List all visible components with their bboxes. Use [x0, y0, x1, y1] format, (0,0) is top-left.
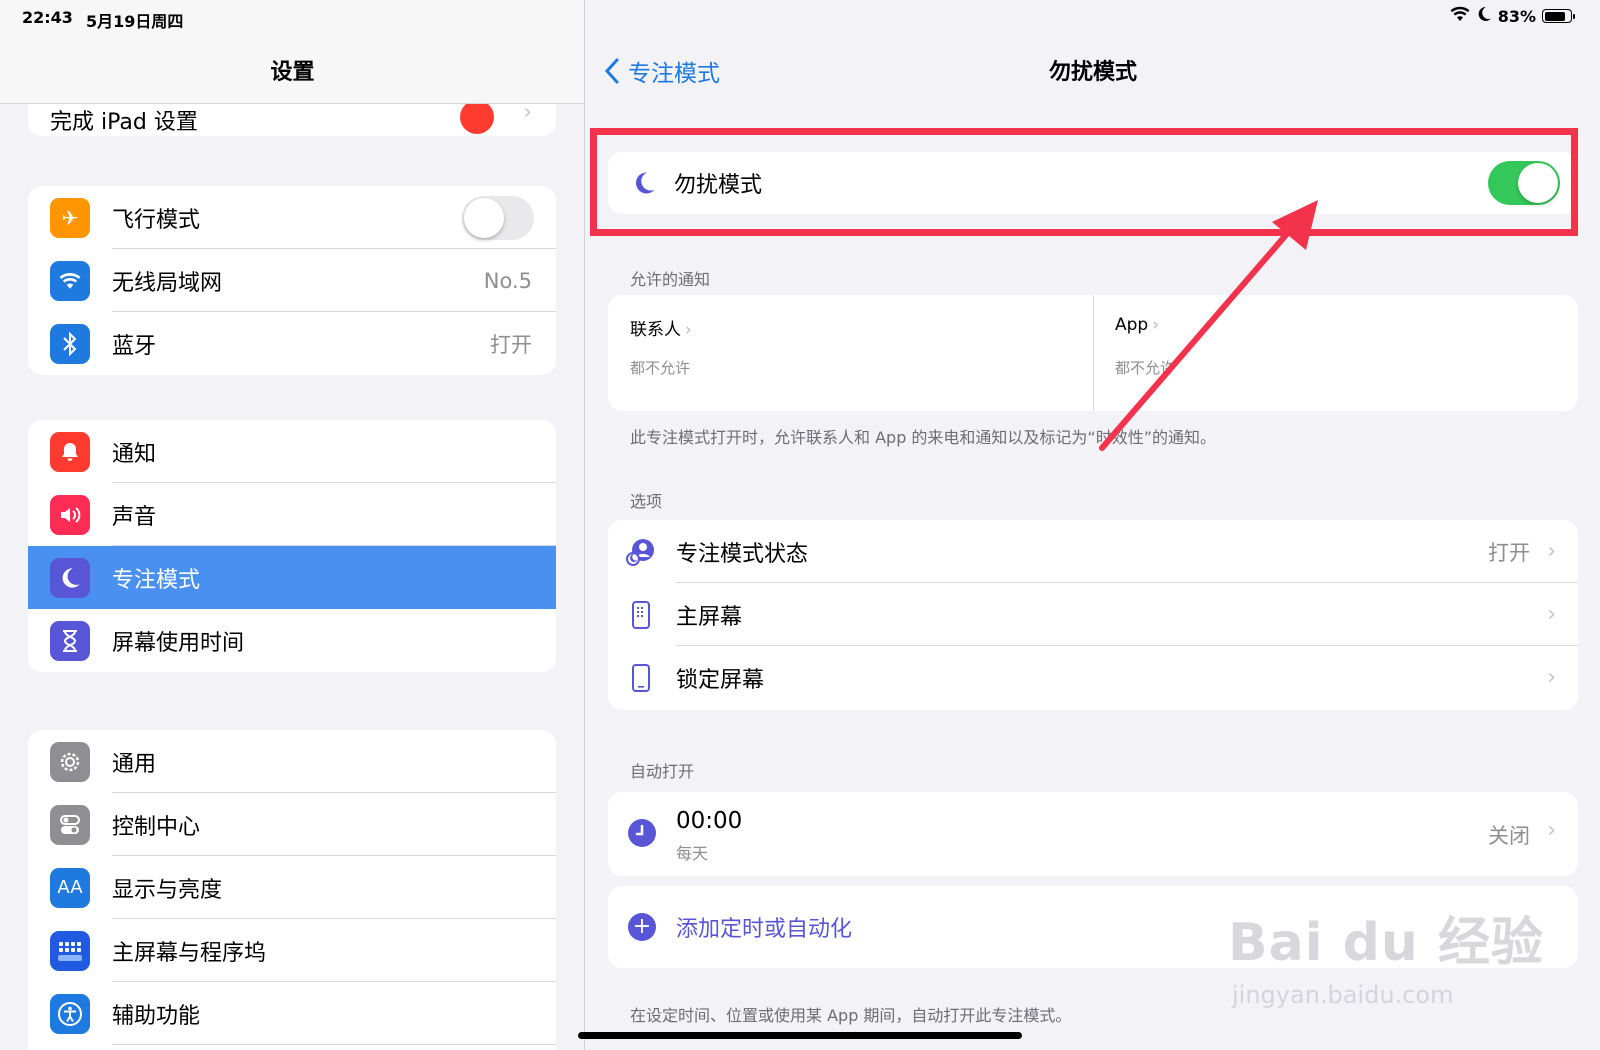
switches-icon — [50, 804, 90, 845]
apps-subtitle: 都不允许 — [1115, 359, 1176, 377]
contacts-title: 联系人 — [630, 320, 681, 340]
sidebar-item-label: 屏幕使用时间 — [112, 630, 245, 656]
bluetooth-status-value: 打开 — [490, 332, 532, 357]
moon-status-icon — [1476, 6, 1492, 26]
wifi-network-value: No.5 — [483, 268, 532, 293]
notifications-group: 通知 声音 专注模式 屏幕使用时间 — [28, 420, 556, 672]
allowed-notifications-card: 联系人 › 都不允许 App › 都不允许 — [608, 295, 1578, 411]
sidebar-item-label: 通知 — [112, 441, 157, 467]
home-screen-icon — [624, 600, 658, 630]
sidebar-item-label: 飞行模式 — [112, 207, 201, 233]
apps-title: App — [1115, 315, 1149, 335]
bell-icon — [50, 431, 90, 472]
general-group: 通用 控制中心 AA 显示与亮度 主屏幕与程序坞 辅助功能 — [28, 730, 556, 1050]
home-grid-icon — [50, 930, 90, 971]
finish-setup-label: 完成 iPad 设置 — [50, 110, 198, 135]
sidebar-item-display[interactable]: AA 显示与亮度 — [28, 856, 556, 919]
option-focus-status[interactable]: 专注模式状态 打开 › — [608, 520, 1578, 583]
sidebar-item-label: 主屏幕与程序坞 — [112, 940, 267, 966]
sidebar-item-home-dock[interactable]: 主屏幕与程序坞 — [28, 919, 556, 982]
sidebar-title: 设置 — [270, 60, 315, 85]
text-size-icon: AA — [50, 867, 90, 908]
option-lock-screen[interactable]: 锁定屏幕 › — [608, 646, 1578, 709]
add-schedule-label: 添加定时或自动化 — [676, 917, 853, 942]
moon-icon — [50, 557, 90, 598]
allowed-note: 此专注模式打开时，允许联系人和 App 的来电和通知以及标记为“时效性”的通知。 — [630, 428, 1217, 447]
plus-icon: + — [628, 913, 656, 941]
home-indicator[interactable] — [578, 1032, 1022, 1039]
sidebar-item-label: 通用 — [112, 751, 157, 777]
option-home-screen[interactable]: 主屏幕 › — [608, 583, 1578, 646]
option-value: 打开 — [1488, 540, 1530, 565]
sidebar-item-label: 显示与亮度 — [112, 877, 223, 903]
battery-percent: 83% — [1497, 6, 1536, 26]
chevron-right-icon: › — [1547, 602, 1556, 627]
chevron-right-icon: › — [1152, 315, 1160, 335]
sidebar-item-general[interactable]: 通用 — [28, 730, 556, 793]
schedule-days: 每天 — [676, 844, 709, 863]
sidebar-item-label: 控制中心 — [112, 814, 201, 840]
dnd-label: 勿扰模式 — [674, 173, 763, 198]
airplane-icon: ✈ — [50, 197, 90, 238]
status-indicators: 83% — [1450, 6, 1575, 26]
add-schedule-button[interactable]: + 添加定时或自动化 — [608, 886, 1578, 968]
focus-detail-pane: 专注模式 勿扰模式 勿扰模式 允许的通知 联系人 › 都不允许 App › 都不允许… — [586, 0, 1600, 1050]
status-bar: 22:43 5月19日周四 83% — [0, 0, 1600, 34]
sidebar-item-label: 辅助功能 — [112, 1003, 201, 1029]
schedule-status: 关闭 — [1488, 824, 1530, 848]
clock-icon — [628, 819, 656, 847]
wifi-status-icon — [1450, 6, 1470, 26]
bluetooth-icon — [50, 323, 90, 364]
notification-badge — [460, 100, 494, 134]
sidebar-item-accessibility[interactable]: 辅助功能 — [28, 982, 556, 1045]
allowed-contacts[interactable]: 联系人 › 都不允许 — [608, 295, 1093, 411]
hourglass-icon — [50, 620, 90, 661]
sidebar-item-focus[interactable]: 专注模式 — [28, 546, 556, 609]
battery-icon — [1542, 9, 1575, 23]
options-header: 选项 — [630, 492, 663, 511]
dnd-toggle-row[interactable]: 勿扰模式 — [608, 152, 1578, 214]
auto-on-note: 在设定时间、位置或使用某 App 期间，自动打开此专注模式。 — [630, 1006, 1072, 1025]
page-title: 勿扰模式 — [1048, 60, 1137, 85]
connectivity-group: ✈ 飞行模式 无线局域网 No.5 蓝牙 打开 — [28, 186, 556, 375]
status-time: 22:43 — [22, 8, 73, 27]
gear-icon — [50, 741, 90, 782]
dnd-toggle[interactable] — [1488, 161, 1560, 205]
chevron-right-icon: › — [1547, 665, 1556, 690]
sidebar-item-label: 专注模式 — [112, 567, 201, 593]
sidebar-item-airplane[interactable]: ✈ 飞行模式 — [28, 186, 556, 249]
status-date: 5月19日周四 — [86, 12, 184, 31]
auto-on-header: 自动打开 — [630, 762, 695, 781]
sidebar-item-label: 无线局域网 — [112, 270, 223, 296]
sidebar-item-control-center[interactable]: 控制中心 — [28, 793, 556, 856]
schedule-time: 00:00 — [676, 808, 743, 834]
chevron-right-icon: › — [1547, 818, 1556, 843]
speaker-icon — [50, 494, 90, 535]
sidebar-item-bluetooth[interactable]: 蓝牙 打开 — [28, 312, 556, 375]
allowed-apps[interactable]: App › 都不允许 — [1093, 295, 1578, 411]
sidebar-item-wifi[interactable]: 无线局域网 No.5 — [28, 249, 556, 312]
sidebar-item-notifications[interactable]: 通知 — [28, 420, 556, 483]
option-label: 主屏幕 — [676, 604, 743, 630]
chevron-right-icon: › — [685, 320, 692, 340]
sidebar-item-screen-time[interactable]: 屏幕使用时间 — [28, 609, 556, 672]
settings-sidebar: 设置 完成 iPad 设置 › ✈ 飞行模式 无线局域网 No.5 蓝牙 打开 … — [0, 0, 585, 1050]
moon-icon — [632, 171, 656, 195]
contacts-subtitle: 都不允许 — [630, 359, 691, 377]
airplane-toggle[interactable] — [462, 195, 534, 240]
wifi-icon — [50, 260, 90, 301]
sidebar-item-label: 声音 — [112, 504, 157, 530]
accessibility-icon — [50, 993, 90, 1034]
schedule-row[interactable]: 00:00 每天 关闭 › — [608, 792, 1578, 876]
lock-screen-icon — [624, 663, 658, 693]
chevron-right-icon: › — [1547, 539, 1556, 564]
options-card: 专注模式状态 打开 › 主屏幕 › 锁定屏幕 › — [608, 520, 1578, 710]
sidebar-item-label: 蓝牙 — [112, 333, 157, 359]
option-label: 专注模式状态 — [676, 541, 809, 567]
allowed-notifications-header: 允许的通知 — [630, 270, 711, 289]
option-label: 锁定屏幕 — [676, 667, 765, 693]
focus-status-icon — [624, 537, 658, 567]
sidebar-item-sounds[interactable]: 声音 — [28, 483, 556, 546]
